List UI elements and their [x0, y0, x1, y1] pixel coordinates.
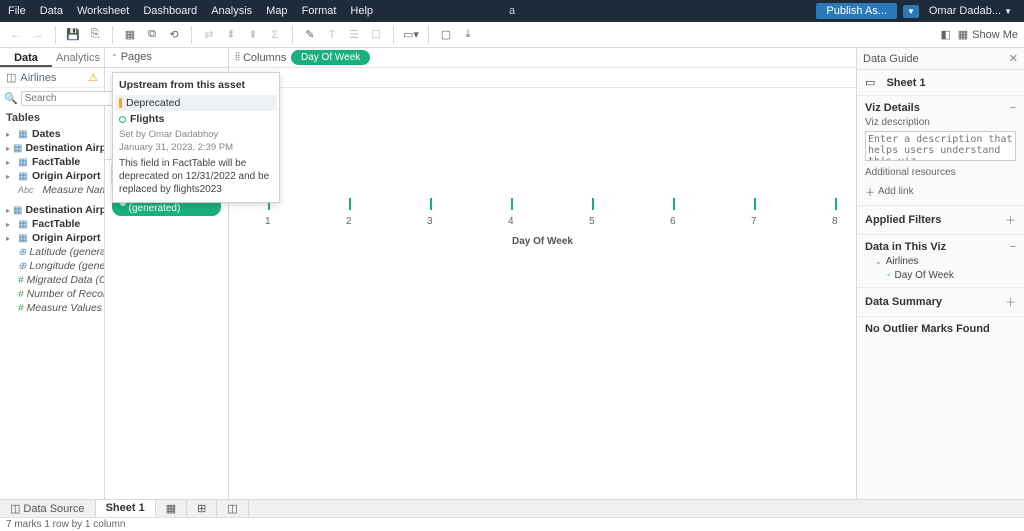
field-dest-airport[interactable]: ▸▦Destination Airport [2, 141, 102, 155]
new-dashboard-tab-icon[interactable]: ⊞ [187, 500, 217, 517]
popup-flights-row[interactable]: Flights [119, 111, 273, 127]
presentation-icon[interactable]: ▢ [436, 25, 456, 45]
pages-shelf[interactable]: ⌃Pages [105, 48, 228, 66]
sheet-icon: ▭ [865, 76, 875, 89]
menu-map[interactable]: Map [266, 5, 287, 17]
menu-help[interactable]: Help [350, 5, 373, 17]
popup-title: Upstream from this asset [119, 79, 273, 91]
canvas: ⦙⦙Columns Day Of Week ≡Rows 1 2 3 4 5 6 … [229, 48, 856, 499]
field-fact-table-2[interactable]: ▸▦FactTable [2, 217, 102, 231]
new-worksheet-tab-icon[interactable]: ▦ [156, 500, 187, 517]
popup-deprecated-row[interactable]: Deprecated [115, 95, 277, 111]
new-story-tab-icon[interactable]: ◫ [217, 500, 248, 517]
menu-data[interactable]: Data [40, 5, 63, 17]
datasource-row[interactable]: ◫ Airlines ⚠ [0, 68, 104, 88]
publish-as-button[interactable]: Publish As... [816, 3, 897, 19]
clear-icon[interactable]: ⟲ [164, 25, 184, 45]
sheet-name: Sheet 1 [886, 77, 925, 89]
fields-tree: ▸▦Dates ▸▦Destination Airport ▸▦FactTabl… [0, 127, 104, 319]
status-bar: 7 marks 1 row by 1 column [0, 517, 1024, 531]
data-guide-title: Data Guide [863, 53, 919, 65]
columns-shelf[interactable]: Day Of Week [287, 50, 856, 65]
viz-details-header[interactable]: Viz Details− [865, 102, 1016, 114]
data-source-airlines[interactable]: ⌄Airlines [865, 253, 1016, 267]
popup-date: January 31, 2023, 2:39 PM [119, 140, 273, 153]
menu-worksheet[interactable]: Worksheet [77, 5, 129, 17]
sheet-tabs: ◫Data Source Sheet 1 ▦ ⊞ ◫ [0, 499, 1024, 517]
viz-desc-label: Viz description [865, 114, 1016, 131]
sort-desc-icon[interactable]: ⬍ [243, 25, 263, 45]
field-in-viz-dow[interactable]: ◦Day Of Week [865, 267, 1016, 281]
close-icon[interactable]: ✕ [1009, 52, 1018, 65]
save-icon[interactable]: 💾 [63, 25, 83, 45]
undo-icon[interactable]: ← [6, 25, 26, 45]
field-number-records[interactable]: #Number of Records [2, 287, 102, 301]
tab-data-source[interactable]: ◫Data Source [0, 500, 96, 517]
popup-setby: Set by Omar Dadabhoy [119, 127, 273, 140]
columns-icon: ⦙⦙ [235, 51, 240, 64]
new-worksheet-icon[interactable]: ▦ [120, 25, 140, 45]
axis-title: Day Of Week [512, 236, 573, 247]
plus-icon: ＋ [865, 184, 875, 199]
additional-resources-label: Additional resources [865, 164, 1016, 181]
show-me-icon: ▦ [958, 28, 968, 41]
warning-icon: ⚠ [88, 71, 98, 84]
field-fact-table[interactable]: ▸▦FactTable [2, 155, 102, 169]
download-icon[interactable]: ⤓ [458, 25, 478, 45]
sort-asc-icon[interactable]: ⬍ [221, 25, 241, 45]
viz-description-input[interactable] [865, 131, 1016, 161]
data-pane: Data Analytics ◫ Airlines ⚠ 🔍 ▽ Tables ▸… [0, 48, 105, 499]
columns-pill-dow[interactable]: Day Of Week [291, 50, 370, 65]
field-dest-airport-2[interactable]: ▸▦Destination Airport [2, 203, 102, 217]
field-longitude[interactable]: ⊕Longitude (generated) [2, 259, 102, 273]
tab-data[interactable]: Data [0, 48, 52, 67]
field-origin-airport[interactable]: ▸▦Origin Airport [2, 169, 102, 183]
tab-sheet1[interactable]: Sheet 1 [96, 500, 156, 517]
document-title: a [509, 5, 515, 17]
add-link-button[interactable]: ＋Add link [865, 181, 1016, 199]
text-icon[interactable]: T [322, 25, 342, 45]
datasource-icon: ◫ [6, 71, 16, 84]
popup-description: This field in FactTable will be deprecat… [119, 153, 273, 196]
data-summary-header[interactable]: Data Summary＋ [865, 294, 1016, 310]
menu-dashboard[interactable]: Dashboard [143, 5, 197, 17]
outlier-message: No Outlier Marks Found [865, 323, 990, 335]
tab-analytics[interactable]: Analytics [52, 48, 104, 67]
data-guide-icon[interactable]: ◧ [936, 25, 956, 45]
menu-analysis[interactable]: Analysis [211, 5, 252, 17]
redo-icon[interactable]: → [28, 25, 48, 45]
search-icon: 🔍 [4, 92, 18, 105]
field-origin-airport-2[interactable]: ▸▦Origin Airport [2, 231, 102, 245]
group-icon[interactable]: ☰ [344, 25, 364, 45]
field-dates[interactable]: ▸▦Dates [2, 127, 102, 141]
new-datasource-icon[interactable]: ⎘ [85, 25, 105, 45]
deprecated-badge-icon [119, 98, 122, 108]
toolbar: ← → 💾 ⎘ ▦ ⧉ ⟲ ⇄ ⬍ ⬍ Σ ✎ T ☰ ☐ ▭▾ ▢ ⤓ ◧ ▦… [0, 22, 1024, 48]
menu-format[interactable]: Format [302, 5, 337, 17]
tables-header: Tables [0, 109, 104, 127]
user-menu[interactable]: Omar Dadab... ▼ [925, 5, 1016, 17]
upstream-tooltip: Upstream from this asset Deprecated Flig… [112, 72, 280, 203]
data-guide-pane: Data Guide ✕ ▭ Sheet 1 Viz Details− Viz d… [856, 48, 1024, 499]
field-migrated-count[interactable]: #Migrated Data (Count) [2, 273, 102, 287]
data-in-viz-header[interactable]: Data in This Viz− [865, 241, 1016, 253]
field-measure-values[interactable]: #Measure Values [2, 301, 102, 315]
show-mark-labels-icon[interactable]: ☐ [366, 25, 386, 45]
top-menu-bar: File Data Worksheet Dashboard Analysis M… [0, 0, 1024, 22]
swap-icon[interactable]: ⇄ [199, 25, 219, 45]
fit-dropdown-icon[interactable]: ▭▾ [401, 25, 421, 45]
totals-icon[interactable]: Σ [265, 25, 285, 45]
columns-shelf-label: ⦙⦙Columns [229, 51, 287, 64]
publish-dropdown-icon[interactable]: ▼ [903, 5, 919, 18]
field-latitude[interactable]: ⊕Latitude (generated) [2, 245, 102, 259]
menu-file[interactable]: File [8, 5, 26, 17]
show-me-button[interactable]: ▦ Show Me [958, 28, 1018, 41]
highlight-icon[interactable]: ✎ [300, 25, 320, 45]
datasource-tab-icon: ◫ [10, 502, 20, 515]
field-measure-names[interactable]: Abc Measure Names [2, 183, 102, 197]
duplicate-icon[interactable]: ⧉ [142, 25, 162, 45]
applied-filters-header[interactable]: Applied Filters＋ [865, 212, 1016, 228]
table-node-icon [119, 116, 126, 123]
